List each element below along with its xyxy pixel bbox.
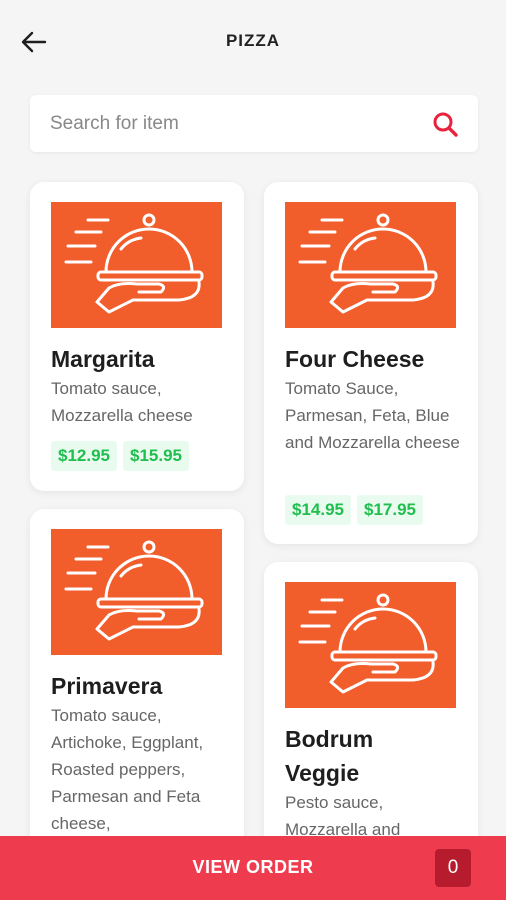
menu-item-card[interactable]: Four Cheese Tomato Sauce, Parmesan, Feta… — [264, 182, 478, 544]
food-image — [285, 582, 456, 708]
serving-cloche-icon — [64, 540, 204, 641]
food-image — [51, 529, 222, 655]
item-description: Tomato sauce, Artichoke, Eggplant, Roast… — [51, 706, 204, 833]
price-large[interactable]: $15.95 — [123, 441, 189, 471]
menu-item-card[interactable]: Margarita Tomato sauce, Mozzarella chees… — [30, 182, 244, 491]
search-input[interactable] — [50, 109, 410, 139]
search-icon[interactable] — [432, 111, 458, 137]
item-description: Tomato sauce, Mozzarella cheese — [51, 379, 193, 425]
item-description: Tomato Sauce, Parmesan, Feta, Blue and M… — [285, 379, 460, 452]
serving-cloche-icon — [64, 213, 204, 314]
view-order-bar[interactable]: VIEW ORDER 0 — [0, 836, 506, 900]
price-group: $14.95 $17.95 — [285, 495, 423, 525]
item-name: Margarita — [51, 346, 155, 372]
food-image — [51, 202, 222, 328]
view-order-button[interactable]: VIEW ORDER — [0, 857, 506, 878]
header: PIZZA — [0, 0, 506, 84]
food-image — [285, 202, 456, 328]
price-small[interactable]: $14.95 — [285, 495, 351, 525]
menu-item-card[interactable]: Bodrum Veggie Pesto sauce, Mozzarella an… — [264, 562, 478, 882]
item-name: Bodrum Veggie — [285, 726, 374, 786]
item-name: Four Cheese — [285, 346, 425, 372]
price-group: $12.95 $15.95 — [51, 441, 189, 471]
search-bar — [30, 95, 478, 152]
order-count-badge: 0 — [435, 849, 471, 887]
price-small[interactable]: $12.95 — [51, 441, 117, 471]
item-name: Primavera — [51, 673, 163, 699]
serving-cloche-icon — [298, 213, 438, 314]
price-large[interactable]: $17.95 — [357, 495, 423, 525]
serving-cloche-icon — [298, 593, 438, 694]
item-description: Pesto sauce, Mozzarella and — [285, 793, 401, 839]
page-title: PIZZA — [225, 31, 281, 50]
menu-item-card[interactable]: Primavera Tomato sauce, Artichoke, Eggpl… — [30, 509, 244, 869]
